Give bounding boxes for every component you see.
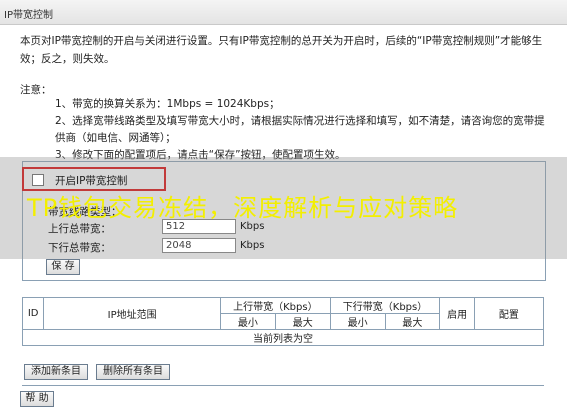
bandwidth-rules-table: ID IP地址范围 上行带宽（Kbps） 下行带宽（Kbps） 启用 配置 最小…: [21, 297, 545, 346]
download-max-header: 最大: [384, 313, 441, 330]
col-ip-range-header: IP地址范围: [43, 297, 222, 330]
upload-max-header: 最大: [274, 313, 331, 330]
save-button[interactable]: 保 存: [46, 259, 80, 275]
download-total-input[interactable]: 2048: [162, 238, 236, 253]
col-upload-header: 上行带宽（Kbps）: [220, 297, 331, 314]
note-item: 1、带宽的换算关系为：1Mbps = 1024Kbps；: [55, 98, 280, 110]
enable-bandwidth-control-label: 开启IP带宽控制: [55, 175, 128, 187]
notes-title: 注意：: [20, 84, 52, 96]
overlay-title: TP钱包交易冻结，深度解析与应对策略: [27, 194, 459, 222]
download-total-label: 下行总带宽：: [48, 242, 111, 254]
upload-total-label: 上行总带宽：: [48, 223, 111, 235]
page-header: IP带宽控制: [0, 0, 567, 25]
col-enable-header: 启用: [439, 297, 475, 330]
enable-bandwidth-control-checkbox[interactable]: [32, 174, 44, 186]
col-config-header: 配置: [473, 297, 545, 330]
col-download-header: 下行带宽（Kbps）: [329, 297, 441, 314]
footer-divider: [22, 385, 544, 386]
delete-all-entries-button[interactable]: 删除所有条目: [96, 364, 170, 380]
empty-list-message: 当前列表为空: [22, 329, 544, 346]
intro-text: 本页对IP带宽控制的开启与关闭进行设置。只有IP带宽控制的总开关为开启时，后续的…: [20, 35, 543, 65]
download-min-header: 最小: [329, 313, 386, 330]
upload-min-header: 最小: [220, 313, 276, 330]
note-item: 2、选择宽带线路类型及填写带宽大小时，请根据实际情况进行选择和填写，如不清楚，请…: [55, 115, 545, 144]
col-id-header: ID: [21, 297, 45, 330]
help-button[interactable]: 帮 助: [20, 391, 54, 407]
add-new-entry-button[interactable]: 添加新条目: [24, 364, 88, 380]
notes-list: 1、带宽的换算关系为：1Mbps = 1024Kbps； 2、选择宽带线路类型及…: [55, 96, 550, 164]
download-unit: Kbps: [240, 240, 265, 251]
page-title: IP带宽控制: [4, 10, 53, 21]
